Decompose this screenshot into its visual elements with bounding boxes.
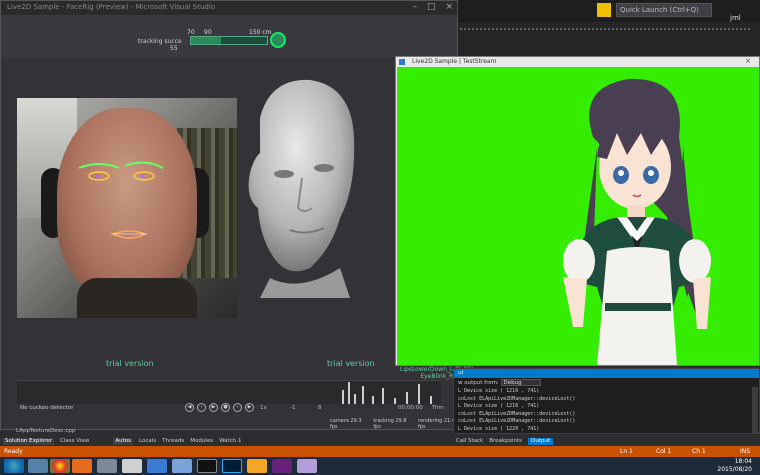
- trial-watermark-left: trial version: [106, 359, 154, 368]
- playback-controls: ◀ ‹ ▶ ● › ▶: [185, 403, 254, 412]
- clock[interactable]: 18:04 2015/08/20: [717, 458, 752, 474]
- windows-taskbar: 18:04 2015/08/20: [0, 457, 760, 475]
- status-bar: Ready Ln 1 Col 1 Ch 1 INS: [0, 446, 760, 457]
- tab-threads[interactable]: Threads: [162, 438, 184, 445]
- live2d-window: Live2D Sample | TestStream ×: [395, 56, 760, 366]
- tracking-distance-bar: [190, 36, 268, 45]
- status-ready: Ready: [4, 448, 23, 455]
- app-icon-1[interactable]: [97, 459, 117, 473]
- scale-55: 55: [170, 45, 178, 52]
- speed-readout[interactable]: 1x: [260, 405, 267, 411]
- desktop: Quick Launch (Ctrl+Q) jml Live2D Sample …: [0, 0, 760, 475]
- output-line: L Device size ( 1216 , 741): [458, 388, 540, 394]
- scale-90: 90: [204, 29, 212, 36]
- tracking-fps: tracking 29.8 fps: [373, 418, 407, 430]
- output-source-select[interactable]: Debug: [500, 379, 541, 386]
- output-line: coLost ELApiLive2DManager::deviceLost(): [458, 410, 576, 417]
- notification-flag-icon[interactable]: [597, 3, 611, 17]
- record-icon[interactable]: ●: [221, 403, 230, 412]
- window-controls: – □ ×: [412, 2, 453, 12]
- live2d-title-bar: Live2D Sample | TestStream ×: [396, 57, 759, 67]
- terminal-icon[interactable]: [197, 459, 217, 473]
- app-icon-2[interactable]: [122, 459, 142, 473]
- step-forward-icon[interactable]: ›: [233, 403, 242, 412]
- close-icon[interactable]: ×: [445, 2, 453, 12]
- frame-readout[interactable]: 8: [318, 405, 322, 411]
- rendering-fps: rendering 21.4 fps: [418, 418, 455, 430]
- output-panel: ut w output from: Debug L Device size ( …: [453, 368, 760, 434]
- tab-output[interactable]: Output: [528, 438, 554, 445]
- quick-launch-input[interactable]: Quick Launch (Ctrl+Q): [616, 3, 712, 17]
- output-line: coLost ELApiLive2DManager::deviceLost(): [458, 418, 576, 424]
- rewind-icon[interactable]: ◀: [185, 403, 194, 412]
- tab-solution-explorer[interactable]: Solution Explorer: [3, 438, 55, 445]
- chrome-icon[interactable]: [50, 459, 70, 473]
- output-line: L Device size ( 1216 , 741): [458, 403, 540, 409]
- webcam-feed: [17, 98, 237, 318]
- tracking-histogram: [342, 382, 432, 404]
- output-line: coLost ELApiLive2DManager::deviceLost(): [458, 395, 576, 402]
- app-icon-6[interactable]: [297, 459, 317, 473]
- tracking-toggle-button[interactable]: [270, 32, 286, 48]
- anime-avatar: [563, 78, 711, 365]
- tracker-title: Live2D Sample - FaceRig (Preview) - Micr…: [1, 1, 457, 15]
- tab-modules[interactable]: Modules: [190, 438, 213, 445]
- output-header: ut: [454, 369, 759, 378]
- app-icon-5[interactable]: [247, 459, 267, 473]
- close-icon[interactable]: ×: [745, 57, 751, 65]
- bottom-tabs-right: Call Stack Breakpoints Output: [453, 437, 760, 446]
- maximize-icon[interactable]: □: [427, 2, 436, 12]
- scale-150: 150 cm: [249, 29, 272, 36]
- output-scrollbar[interactable]: [752, 387, 758, 433]
- tracking-landmarks: [78, 161, 164, 239]
- clock-date: 2015/08/20: [717, 466, 752, 473]
- app-icon-3[interactable]: [147, 459, 167, 473]
- explorer-icon[interactable]: [28, 459, 48, 473]
- detector-status: No cuckoo detector: [20, 405, 74, 411]
- minimize-icon[interactable]: –: [412, 2, 417, 12]
- visual-studio-icon[interactable]: [272, 459, 292, 473]
- fps-stats: camera 29.3 fps tracking 29.8 fps render…: [330, 418, 458, 430]
- tab-watch[interactable]: Watch 1: [219, 438, 241, 445]
- tab-call-stack[interactable]: Call Stack: [456, 438, 483, 445]
- live2d-title: Live2D Sample | TestStream: [412, 58, 497, 65]
- output-line: L Device size ( 1220 , 741): [458, 425, 540, 432]
- trial-watermark-right: trial version: [327, 359, 375, 368]
- tab-breakpoints[interactable]: Breakpoints: [489, 438, 522, 445]
- firefox-icon[interactable]: [72, 459, 92, 473]
- play-icon[interactable]: ▶: [209, 403, 218, 412]
- user-name[interactable]: jml: [730, 14, 741, 22]
- photoshop-icon[interactable]: [222, 459, 242, 473]
- tab-autos[interactable]: Autos: [113, 438, 133, 445]
- time-readout: 00:00:00: [398, 405, 423, 411]
- start-button-icon[interactable]: [4, 459, 24, 473]
- 3d-head-model: [248, 79, 355, 298]
- tab-class-view[interactable]: Class View: [60, 438, 89, 445]
- bottom-tabs-left: Solution Explorer Class View Autos Local…: [0, 437, 453, 446]
- app-icon: [399, 59, 405, 65]
- step-back-icon[interactable]: ‹: [197, 403, 206, 412]
- green-screen-canvas: [397, 67, 759, 365]
- status-char: Ch 1: [692, 448, 706, 455]
- vs-editor-tabs: [450, 22, 760, 56]
- output-lines: L Device size ( 1216 , 741) coLost ELApi…: [454, 387, 759, 434]
- output-source-row: w output from: Debug: [454, 378, 759, 387]
- tab-locals[interactable]: Locals: [139, 438, 156, 445]
- app-icon-4[interactable]: [172, 459, 192, 473]
- status-line: Ln 1: [620, 448, 633, 455]
- tracking-distance-fill: [191, 37, 222, 44]
- scale-70: 70: [187, 29, 195, 36]
- tracking-label: tracking succe: [138, 38, 182, 45]
- camera-fps: camera 29.3 fps: [330, 418, 362, 430]
- clock-time: 18:04: [734, 458, 752, 465]
- trim-button[interactable]: Trim: [432, 405, 444, 411]
- fast-forward-icon[interactable]: ▶: [245, 403, 254, 412]
- output-from-label: w output from:: [458, 380, 499, 386]
- offset-readout[interactable]: -1: [290, 405, 295, 411]
- status-insert-mode: INS: [740, 448, 751, 455]
- status-column: Col 1: [656, 448, 672, 455]
- file-tab[interactable]: LAppTextureDesc.cpp: [16, 428, 136, 437]
